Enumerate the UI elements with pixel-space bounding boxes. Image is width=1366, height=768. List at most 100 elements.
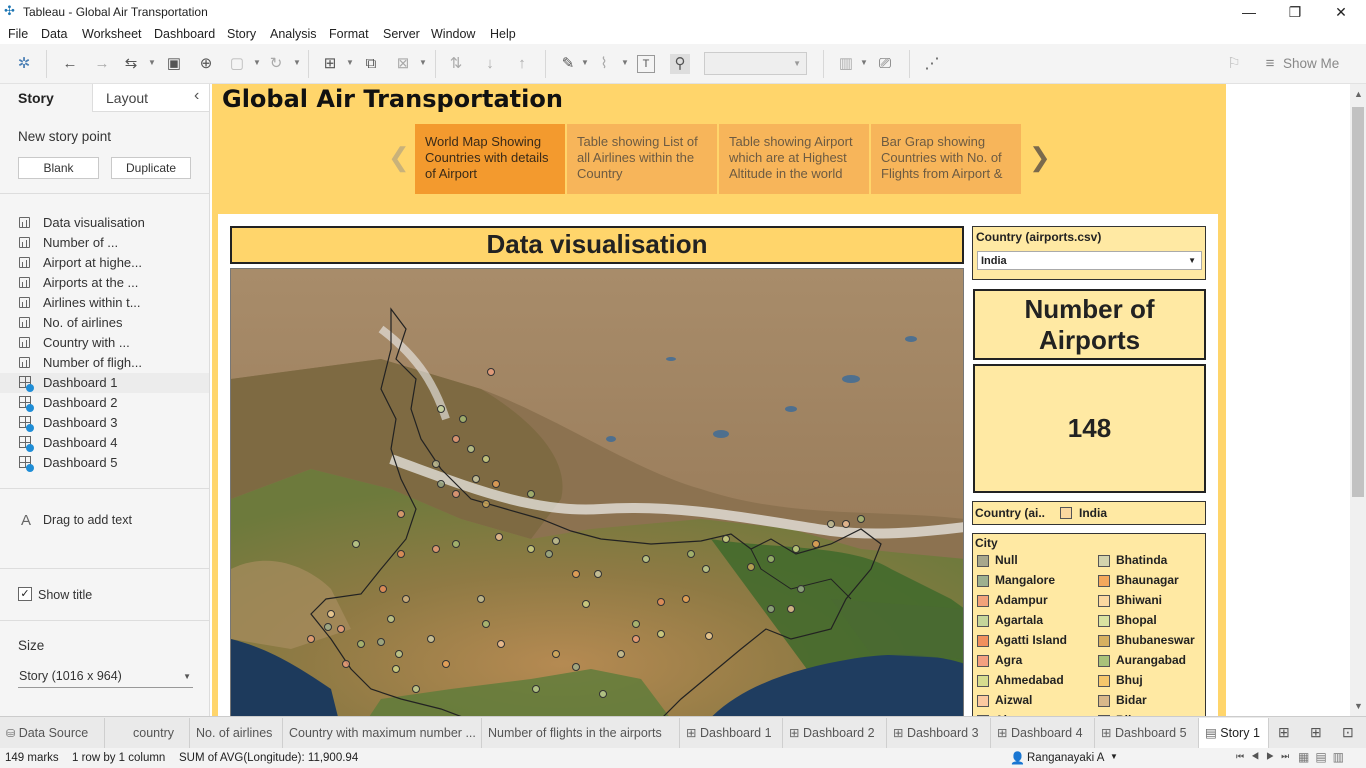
next-story-point-icon[interactable]: ❯	[1029, 142, 1051, 173]
fit-dropdown[interactable]: ▼	[704, 52, 807, 75]
sheet-list-item-dashboard[interactable]: Dashboard 4	[16, 433, 206, 453]
size-dropdown[interactable]: Story (1016 x 964) ▼	[18, 666, 193, 688]
show-me-icon[interactable]: ≡	[1260, 54, 1280, 74]
sheet-list-item[interactable]: Data visualisation	[16, 213, 206, 233]
pause-dropdown-icon[interactable]: ▼	[253, 58, 261, 67]
menu-story[interactable]: Story	[227, 27, 256, 41]
menu-server[interactable]: Server	[383, 27, 420, 41]
cards-dropdown-icon[interactable]: ▼	[860, 58, 868, 67]
vertical-scrollbar[interactable]: ▲ ▼	[1350, 84, 1366, 716]
tab-dashboard-1[interactable]: ⊞ Dashboard 1	[680, 718, 783, 748]
collapse-pane-icon[interactable]: ‹	[194, 87, 199, 105]
swap-axes-icon[interactable]: ⇅	[446, 54, 466, 74]
pause-updates-icon[interactable]: ▢	[227, 54, 247, 74]
save-icon[interactable]: ▣	[164, 54, 184, 74]
tab-story-1[interactable]: ▤ Story 1	[1199, 718, 1269, 748]
story-point-2[interactable]: Table showing List of all Airlines withi…	[567, 124, 717, 194]
highlight-icon[interactable]: ✎	[558, 54, 578, 74]
tab-layout[interactable]: Layout ‹	[92, 84, 209, 112]
scrollbar-thumb[interactable]	[1352, 107, 1364, 497]
story-point-4[interactable]: Bar Grap showing Countries with No. of F…	[871, 124, 1021, 194]
redo-icon[interactable]: →	[92, 54, 112, 74]
replace-data-dropdown-icon[interactable]: ▼	[148, 58, 156, 67]
tab-dashboard-5[interactable]: ⊞ Dashboard 5	[1095, 718, 1199, 748]
scroll-up-icon[interactable]: ▲	[1354, 89, 1363, 99]
tableau-home-icon[interactable]: ✲	[14, 54, 34, 74]
new-dashboard-tab-icon[interactable]: ⊞	[1310, 724, 1322, 741]
replace-data-icon[interactable]: ⇆	[121, 54, 141, 74]
refresh-dropdown-icon[interactable]: ▼	[293, 58, 301, 67]
show-me-button[interactable]: Show Me	[1283, 56, 1339, 71]
user-name[interactable]: Ranganayaki A	[1027, 752, 1104, 764]
show-cards-icon[interactable]: ▥	[836, 54, 856, 74]
tab-country-with-max[interactable]: Country with maximum number ...	[283, 718, 482, 748]
menu-worksheet[interactable]: Worksheet	[82, 27, 142, 41]
show-title-checkbox[interactable]: ✓	[18, 587, 32, 601]
sheet-list-item[interactable]: Airports at the ...	[16, 273, 206, 293]
sort-descending-icon[interactable]: ↑	[512, 54, 532, 74]
refresh-icon[interactable]: ↻	[266, 54, 286, 74]
tab-story[interactable]: Story	[0, 84, 92, 112]
sheet-list-item[interactable]: Number of ...	[16, 233, 206, 253]
restore-button[interactable]: ❐	[1272, 0, 1318, 24]
view-mode-icons[interactable]: ▦▤▥	[1298, 750, 1350, 764]
show-labels-icon[interactable]: T	[637, 55, 655, 73]
undo-icon[interactable]: ←	[60, 54, 80, 74]
tab-country[interactable]: country	[127, 718, 190, 748]
menu-help[interactable]: Help	[490, 27, 516, 41]
sheet-list-item-dashboard[interactable]: Dashboard 2	[16, 393, 206, 413]
menu-analysis[interactable]: Analysis	[270, 27, 317, 41]
story-point-3[interactable]: Table showing Airport which are at Highe…	[719, 124, 869, 194]
tab-data-source[interactable]: ⛁ Data Source	[0, 718, 105, 748]
group-dropdown-icon[interactable]: ▼	[621, 58, 629, 67]
menu-format[interactable]: Format	[329, 27, 369, 41]
presentation-mode-icon[interactable]: ⎚	[875, 54, 895, 74]
tab-no-of-airlines[interactable]: No. of airlines	[190, 718, 283, 748]
dashboard: Data visualisation Country (airports.csv…	[218, 214, 1218, 716]
sheet-list-item[interactable]: Airport at highe...	[16, 253, 206, 273]
menu-data[interactable]: Data	[41, 27, 67, 41]
fix-axes-icon[interactable]: ⚲	[670, 54, 690, 74]
duplicate-button[interactable]: Duplicate	[111, 157, 191, 179]
new-worksheet-dropdown-icon[interactable]: ▼	[346, 58, 354, 67]
sort-ascending-icon[interactable]: ↓	[480, 54, 500, 74]
format-painter-icon[interactable]: ⚐	[1224, 54, 1244, 74]
sheet-list-item-dashboard[interactable]: Dashboard 3	[16, 413, 206, 433]
tab-dashboard-4[interactable]: ⊞ Dashboard 4	[991, 718, 1095, 748]
close-button[interactable]: ✕	[1318, 0, 1364, 24]
duplicate-sheet-icon[interactable]: ⧉	[361, 54, 381, 74]
sheet-list-item[interactable]: Number of fligh...	[16, 353, 206, 373]
scroll-down-icon[interactable]: ▼	[1354, 701, 1363, 711]
tab-dashboard-2[interactable]: ⊞ Dashboard 2	[783, 718, 887, 748]
minimize-button[interactable]: —	[1226, 0, 1272, 24]
sheet-list-item[interactable]: Airlines within t...	[16, 293, 206, 313]
tab-number-of-flights[interactable]: Number of flights in the airports	[482, 718, 680, 748]
menu-dashboard[interactable]: Dashboard	[154, 27, 215, 41]
sheet-list-item[interactable]: Country with ...	[16, 333, 206, 353]
highlight-dropdown-icon[interactable]: ▼	[581, 58, 589, 67]
story-point-1[interactable]: World Map Showing Countries with details…	[415, 124, 565, 194]
blank-button[interactable]: Blank	[18, 157, 99, 179]
menu-window[interactable]: Window	[431, 27, 475, 41]
new-worksheet-tab-icon[interactable]: ⊞	[1278, 724, 1290, 741]
user-dropdown-icon[interactable]: ▼	[1110, 752, 1118, 761]
sheet-list-item[interactable]: No. of airlines	[16, 313, 206, 333]
legend-swatch	[1098, 675, 1110, 687]
clear-sheet-icon[interactable]: ⊠	[393, 54, 413, 74]
used-in-story-badge-icon	[26, 384, 34, 392]
group-members-icon[interactable]: ⌇	[594, 54, 614, 74]
sheet-list-item-dashboard[interactable]: Dashboard 5	[16, 453, 206, 473]
country-filter-dropdown[interactable]: India ▼	[977, 251, 1202, 270]
tab-dashboard-3[interactable]: ⊞ Dashboard 3	[887, 718, 991, 748]
drag-to-add-text[interactable]: Drag to add text	[43, 513, 132, 527]
clear-sheet-dropdown-icon[interactable]: ▼	[419, 58, 427, 67]
new-datasource-icon[interactable]: ⊕	[196, 54, 216, 74]
share-icon[interactable]: ⋰	[922, 54, 942, 74]
new-story-tab-icon[interactable]: ⊡	[1342, 724, 1354, 741]
menu-file[interactable]: File	[8, 27, 28, 41]
sheet-nav-icons[interactable]: ⏮◀▶⏭	[1236, 751, 1296, 762]
airport-map[interactable]	[230, 268, 964, 716]
previous-story-point-icon[interactable]: ❮	[388, 142, 410, 173]
new-worksheet-icon[interactable]: ⊞	[320, 54, 340, 74]
sheet-list-item-dashboard[interactable]: Dashboard 1	[0, 373, 209, 393]
